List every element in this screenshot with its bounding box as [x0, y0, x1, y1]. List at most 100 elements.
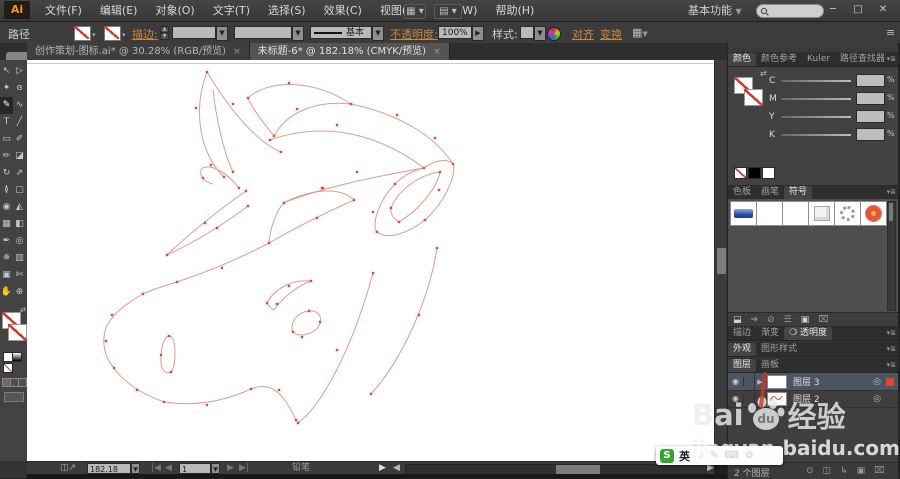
visibility-eye-icon[interactable]: ◉: [728, 394, 744, 403]
close-button[interactable]: ✕: [876, 3, 890, 17]
pen-icon[interactable]: ✎: [710, 450, 718, 461]
screen-mode-button[interactable]: [4, 392, 24, 402]
symbol-orange-orb[interactable]: [782, 201, 809, 226]
free-transform-tool[interactable]: ▢: [13, 182, 26, 199]
canvas[interactable]: [27, 60, 714, 461]
appearance-tab-图形样式[interactable]: 图形样式: [756, 343, 802, 356]
new-symbol-icon[interactable]: ▣: [801, 315, 810, 325]
vertical-scrollbar-thumb[interactable]: [717, 248, 726, 274]
direct-selection-tool[interactable]: ▷: [13, 63, 26, 80]
moon-icon[interactable]: ☽: [695, 450, 704, 461]
target-circle-icon[interactable]: ◎: [873, 394, 881, 404]
keyboard-icon[interactable]: ⌨: [724, 450, 738, 461]
menu-item-0[interactable]: 文件(F): [36, 0, 91, 21]
layer-thumbnail[interactable]: [767, 391, 787, 406]
pencil-tool[interactable]: ✏: [0, 148, 13, 165]
appearance-tab-外观[interactable]: 外观: [728, 343, 757, 356]
channel-slider[interactable]: [781, 98, 851, 100]
symbols-tab-符号[interactable]: 符号: [784, 186, 813, 199]
scale-tool[interactable]: ⇗: [13, 165, 26, 182]
rotate-tool[interactable]: ↻: [0, 165, 13, 182]
chevron-down-icon[interactable]: ▼: [372, 26, 384, 41]
zoom-tool[interactable]: ⊕: [13, 284, 26, 301]
swap-fill-stroke-icon[interactable]: ⇄: [20, 306, 26, 314]
next-artboard-button[interactable]: ▶: [227, 463, 234, 474]
hand-tool[interactable]: ✋: [0, 284, 13, 301]
new-layer-icon[interactable]: ▣: [857, 466, 866, 476]
channel-value-input[interactable]: [856, 74, 885, 87]
stroke-weight-input[interactable]: [172, 26, 216, 39]
horizontal-scrollbar-thumb[interactable]: [556, 465, 600, 474]
symbol-wreath[interactable]: [834, 201, 861, 226]
symbol-flower[interactable]: [860, 201, 887, 226]
delete-layer-icon[interactable]: ⌧: [874, 466, 884, 476]
symbol-options-icon[interactable]: ☰: [784, 315, 792, 325]
close-icon[interactable]: ×: [433, 47, 441, 57]
symbol-banner[interactable]: [730, 201, 757, 226]
panel-menu-icon[interactable]: ▾≣: [887, 188, 896, 196]
channel-value-input[interactable]: [856, 110, 885, 123]
artboard-dropdown-icon[interactable]: ▼: [211, 463, 220, 474]
blend-tool[interactable]: ◎: [13, 233, 26, 250]
delete-symbol-icon[interactable]: ⌧: [818, 315, 828, 325]
status-flyout-icon[interactable]: ▶: [379, 463, 386, 474]
opacity-input[interactable]: 100%: [438, 26, 472, 39]
slice-tool[interactable]: ✄: [13, 267, 26, 284]
layer-thumbnail[interactable]: [767, 374, 787, 389]
vertical-scrollbar[interactable]: [714, 60, 728, 461]
width-profile-select[interactable]: 基本: [310, 26, 372, 39]
none-swatch[interactable]: [734, 167, 747, 179]
rectangle-tool[interactable]: ▭: [0, 131, 13, 148]
menu-item-3[interactable]: 文字(T): [204, 0, 259, 21]
line-segment-tool[interactable]: ╱: [13, 114, 26, 131]
panel-menu-icon[interactable]: ▾≣: [887, 361, 896, 369]
sogou-logo[interactable]: S: [660, 448, 674, 463]
restore-button[interactable]: □: [851, 3, 865, 17]
layer-row-图层 2[interactable]: ◉ 图层 2 ◎: [728, 390, 899, 408]
close-icon[interactable]: ×: [233, 47, 241, 57]
curvature-tool[interactable]: ∿: [13, 97, 26, 114]
new-sublayer-icon[interactable]: ↳: [840, 466, 848, 476]
layer-row-图层 3[interactable]: ◉ ▶ 图层 3 ◎: [728, 373, 899, 391]
pen-tool[interactable]: ✎: [0, 97, 13, 114]
visibility-eye-icon[interactable]: ◉: [728, 377, 744, 386]
layers-tab-画板[interactable]: 画板: [756, 359, 784, 372]
channel-value-input[interactable]: [856, 92, 885, 105]
panel-menu-icon[interactable]: ▾≣: [887, 329, 896, 337]
artboard-tool[interactable]: ▣: [0, 267, 13, 284]
panel-menu-icon[interactable]: ▾≣: [887, 55, 896, 63]
stroke-color-well[interactable]: [8, 324, 27, 341]
symbol-cube[interactable]: [808, 201, 835, 226]
magic-wand-tool[interactable]: ✦: [0, 80, 13, 97]
menu-item-8[interactable]: 帮助(H): [486, 0, 543, 21]
share-icon[interactable]: ↗: [69, 463, 77, 473]
black-swatch[interactable]: [748, 167, 761, 179]
style-swatch[interactable]: [520, 26, 534, 39]
channel-slider[interactable]: [781, 80, 851, 82]
last-artboard-button[interactable]: ▶|: [239, 463, 249, 474]
symbols-scrollbar[interactable]: [887, 201, 896, 311]
toolbox-icon[interactable]: ⚙: [745, 450, 754, 461]
panel-menu-icon[interactable]: ▾≣: [887, 345, 896, 353]
first-artboard-button[interactable]: |◀: [151, 463, 161, 474]
document-tab-1[interactable]: 未标题-6* @ 182.18% (CMYK/预览) ×: [249, 43, 450, 60]
layer-name[interactable]: 图层 2: [793, 392, 820, 405]
document-tab-0[interactable]: 创作策划-图标.ai* @ 30.28% (RGB/预览) ×: [27, 43, 250, 60]
symbols-tab-画笔[interactable]: 画笔: [756, 186, 784, 199]
zoom-level-input[interactable]: 182.18: [87, 463, 131, 474]
chevron-down-icon[interactable]: ▼: [292, 26, 304, 41]
symbol-libraries-icon[interactable]: ⬓: [733, 315, 742, 325]
align-link[interactable]: 对齐: [572, 26, 594, 42]
channel-slider[interactable]: [781, 116, 851, 118]
gradient-mode-button[interactable]: [12, 352, 22, 362]
color-tab-Kuler[interactable]: Kuler: [802, 53, 835, 66]
channel-slider[interactable]: [781, 134, 851, 136]
mesh-tool[interactable]: ▦: [0, 216, 13, 233]
chevron-down-icon[interactable]: ▼: [216, 26, 228, 41]
eraser-tool[interactable]: ◪: [13, 148, 26, 165]
width-tool[interactable]: ≬: [0, 182, 13, 199]
ime-toolbar[interactable]: S 英 ☽ ✎ ⌨ ⚙: [656, 446, 783, 465]
recolor-artwork-icon[interactable]: [547, 27, 561, 41]
brush-definition-select[interactable]: [234, 26, 292, 39]
disclosure-icon[interactable]: ▶: [755, 378, 765, 386]
